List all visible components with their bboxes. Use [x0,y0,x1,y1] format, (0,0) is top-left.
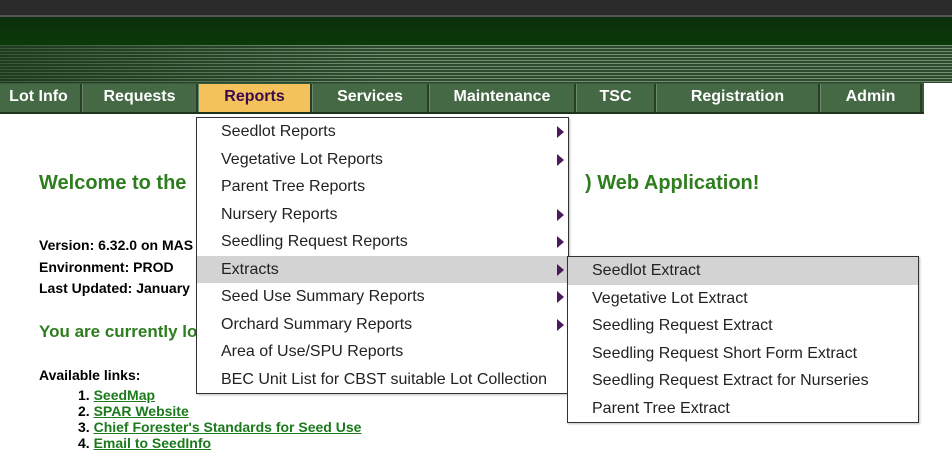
submenu-arrow-icon [557,318,564,331]
last-updated-text: Last Updated: January [39,280,190,296]
nav-services[interactable]: Services [312,84,429,112]
submenu-arrow-icon [557,153,564,166]
nav-maintenance[interactable]: Maintenance [429,84,576,112]
menu-item-label: Vegetative Lot Reports [221,150,383,168]
reports-dropdown-menu: Seedlot Reports Vegetative Lot Reports P… [196,117,569,394]
nav-admin[interactable]: Admin [820,84,922,112]
menu-item-label: Seedling Request Short Form Extract [592,344,858,362]
menu-item-seedlot-extract[interactable]: Seedlot Extract [568,257,918,285]
nav-reports[interactable]: Reports [198,84,312,112]
link-seedmap[interactable]: SeedMap [94,387,155,403]
link-row: 4. Email to SeedInfo [78,435,361,451]
menu-item-label: Orchard Summary Reports [221,315,413,333]
menu-item-label: Parent Tree Extract [592,399,730,417]
browser-top-strip [0,0,952,17]
menu-item-label: Seedling Request Extract for Nurseries [592,372,869,389]
header-banner [0,17,952,45]
nav-services-label: Services [337,88,403,105]
submenu-arrow-icon [557,291,564,303]
nav-lot-info[interactable]: Lot Info [0,84,82,112]
app-root: Lot Info Requests Reports Services Maint… [0,0,952,474]
link-spar-website[interactable]: SPAR Website [94,403,189,419]
link-number: 1. [78,387,90,403]
menu-item-label: Seedlot Reports [221,123,336,140]
menu-item-label: Extracts [221,260,279,278]
menu-item-parent-tree-reports[interactable]: Parent Tree Reports [197,173,568,201]
available-links-list: 1. SeedMap 2. SPAR Website 3. Chief Fore… [78,387,361,451]
nav-reports-label: Reports [224,88,285,105]
submenu-arrow-icon [557,126,564,138]
menu-item-vegetative-lot-reports[interactable]: Vegetative Lot Reports [197,146,568,174]
nav-maintenance-label: Maintenance [453,88,551,105]
submenu-arrow-icon [557,236,564,248]
extracts-submenu: Seedlot Extract Vegetative Lot Extract S… [567,256,919,423]
menu-item-label: Nursery Reports [221,205,338,223]
menu-item-parent-tree-extract[interactable]: Parent Tree Extract [568,395,918,423]
menu-item-label: Area of Use/SPU Reports [221,343,404,360]
welcome-heading-right: ) Web Application! [585,172,760,194]
menu-item-seedling-request-reports[interactable]: Seedling Request Reports [197,228,568,256]
menu-item-seedling-request-extract[interactable]: Seedling Request Extract [568,312,918,340]
menu-item-label: Vegetative Lot Extract [592,289,748,307]
nav-requests-label: Requests [103,88,176,105]
submenu-arrow-icon [557,263,564,276]
link-row: 3. Chief Forester's Standards for Seed U… [78,419,361,435]
nav-tsc[interactable]: TSC [576,84,656,112]
logged-in-text: You are currently lo [39,322,198,341]
link-number: 4. [78,435,90,451]
menu-item-orchard-summary-reports[interactable]: Orchard Summary Reports [197,311,568,339]
version-text: Version: 6.32.0 on MAS [39,237,194,253]
welcome-heading-left: Welcome to the [39,172,187,194]
nav-lot-info-label: Lot Info [9,88,68,105]
nav-tsc-label: TSC [599,88,632,105]
menu-item-label: Seed Use Summary Reports [221,288,425,305]
available-links-heading: Available links: [39,367,141,383]
menu-item-label: Seedlot Extract [592,262,701,279]
submenu-arrow-icon [557,208,564,221]
menu-item-nursery-reports[interactable]: Nursery Reports [197,201,568,229]
nav-registration-label: Registration [690,88,785,105]
menu-item-seed-use-summary-reports[interactable]: Seed Use Summary Reports [197,283,568,311]
link-email-seedinfo[interactable]: Email to SeedInfo [94,435,211,451]
link-number: 2. [78,403,90,419]
link-number: 3. [78,419,90,435]
menu-item-label: Seedling Request Reports [221,233,408,250]
menu-item-bec-unit-list[interactable]: BEC Unit List for CBST suitable Lot Coll… [197,366,568,394]
menu-item-seedling-request-extract-nurseries[interactable]: Seedling Request Extract for Nurseries [568,367,918,395]
link-row: 2. SPAR Website [78,403,361,419]
menu-item-label: Parent Tree Reports [221,178,366,195]
menu-item-vegetative-lot-extract[interactable]: Vegetative Lot Extract [568,285,918,313]
nav-registration[interactable]: Registration [656,84,820,112]
menu-item-extracts[interactable]: Extracts [197,255,568,283]
menu-item-label: Seedling Request Extract [592,317,773,334]
menu-item-seedlot-reports[interactable]: Seedlot Reports [197,118,568,146]
link-chief-forester-standards[interactable]: Chief Forester's Standards for Seed Use [94,419,362,435]
menu-item-area-of-use-spu-reports[interactable]: Area of Use/SPU Reports [197,338,568,366]
header-stripes [0,45,952,83]
menu-item-label: BEC Unit List for CBST suitable Lot Coll… [221,370,548,388]
nav-requests[interactable]: Requests [82,84,198,112]
nav-admin-label: Admin [845,88,896,105]
menu-item-seedling-request-short-form-extract[interactable]: Seedling Request Short Form Extract [568,340,918,368]
main-nav: Lot Info Requests Reports Services Maint… [0,83,952,114]
environment-text: Environment: PROD [39,259,174,275]
